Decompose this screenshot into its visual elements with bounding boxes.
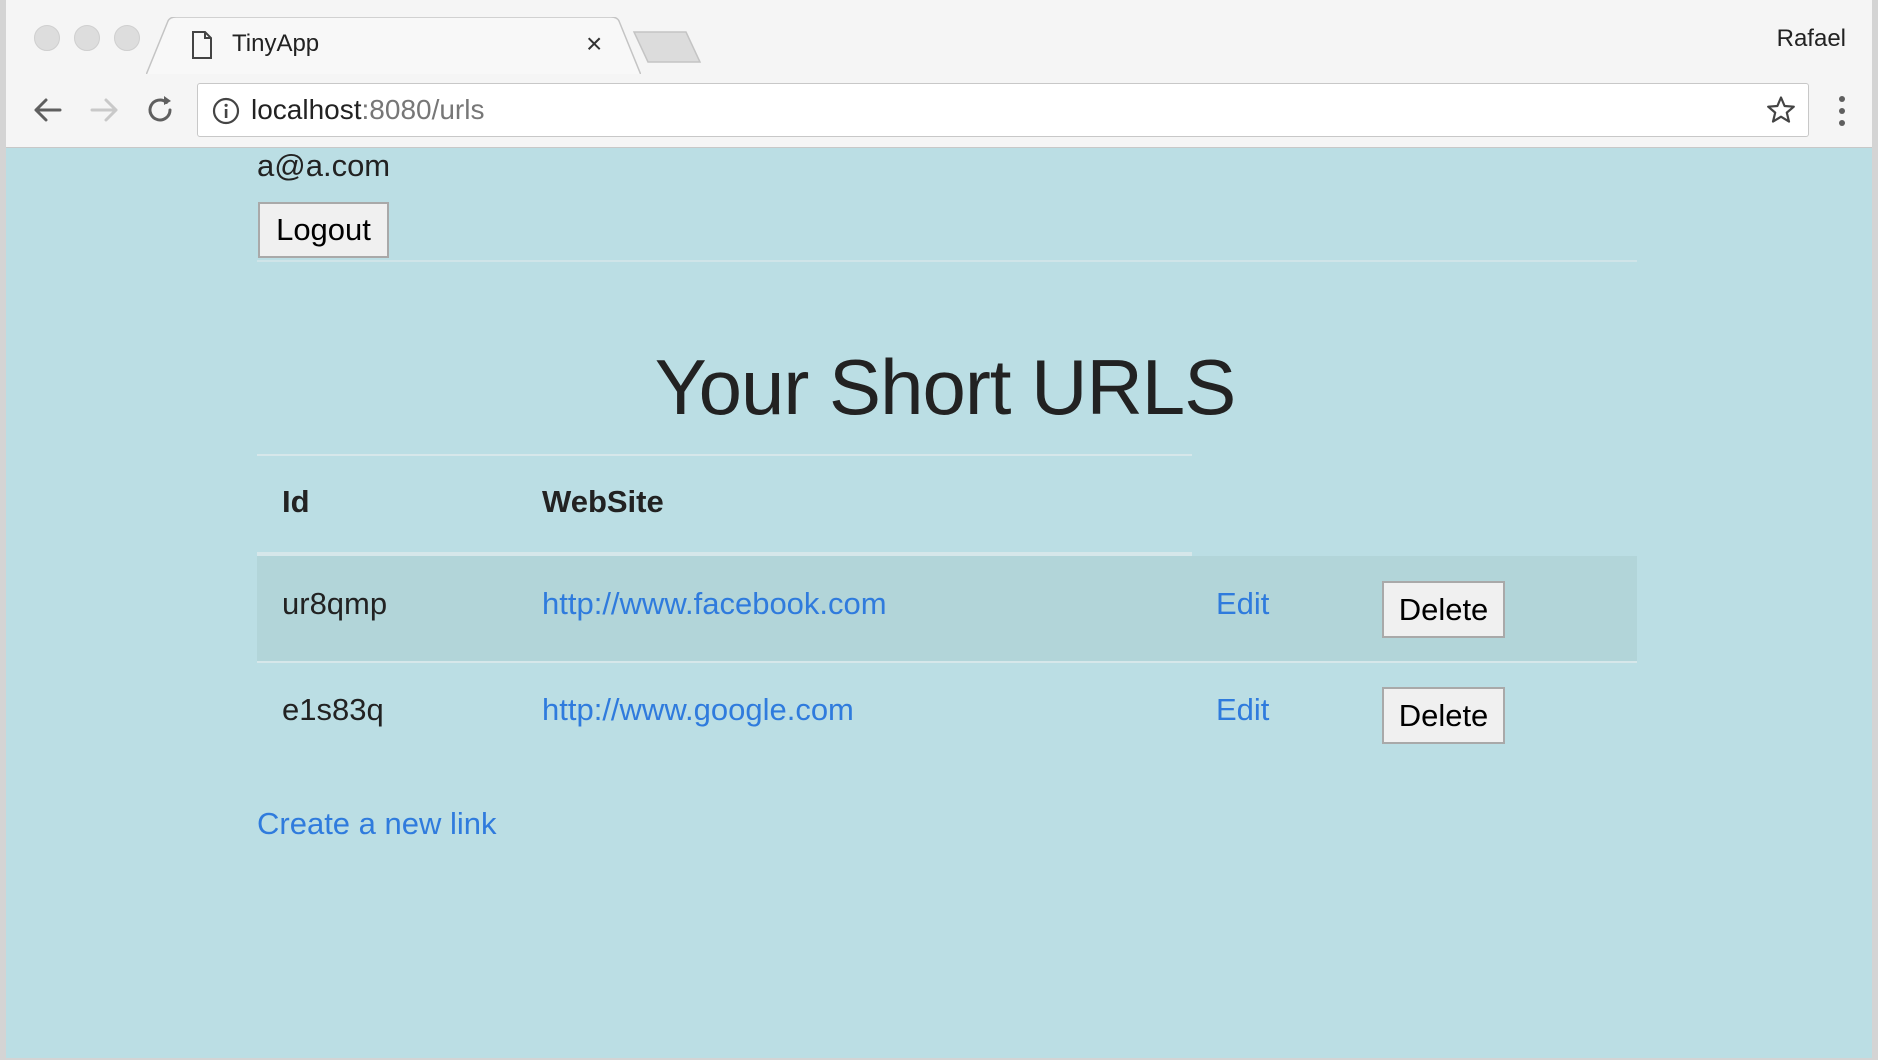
menu-icon[interactable] (1838, 94, 1846, 128)
info-icon[interactable] (212, 97, 240, 125)
row-website-link[interactable]: http://www.facebook.com (542, 586, 887, 622)
back-icon[interactable] (30, 92, 66, 128)
tab-strip: TinyApp × Rafael (6, 0, 1872, 75)
header-divider (257, 260, 1637, 262)
page-content: a@a.com Logout Your Short URLS Id WebSit… (6, 148, 1872, 1058)
url-path: :8080/urls (361, 94, 485, 125)
user-email: a@a.com (257, 148, 391, 183)
window-minimize-button[interactable] (74, 25, 100, 51)
window-maximize-button[interactable] (114, 25, 140, 51)
url-text[interactable]: localhost:8080/urls (251, 94, 484, 126)
browser-toolbar: localhost:8080/urls (6, 74, 1872, 148)
profile-name[interactable]: Rafael (1777, 25, 1846, 53)
table-row: e1s83q http://www.google.com Edit Delete (257, 662, 1637, 768)
create-new-link[interactable]: Create a new link (257, 806, 497, 842)
url-host: localhost (251, 94, 362, 125)
delete-button[interactable]: Delete (1382, 581, 1505, 638)
close-icon[interactable]: × (586, 30, 602, 58)
browser-window: TinyApp × Rafael localhost:8080/urls a@a… (0, 0, 1878, 1060)
edit-link[interactable]: Edit (1216, 692, 1269, 728)
table-top-border (257, 454, 1192, 456)
row-id: e1s83q (282, 692, 384, 727)
reload-icon[interactable] (142, 92, 178, 128)
tab-title: TinyApp (232, 30, 320, 57)
forward-icon[interactable] (86, 92, 122, 128)
page-title: Your Short URLS (654, 343, 1236, 431)
column-header-website: WebSite (542, 484, 664, 519)
window-close-button[interactable] (34, 25, 60, 51)
page-icon (192, 31, 212, 59)
column-header-id: Id (282, 484, 310, 519)
new-tab-button[interactable] (632, 30, 702, 64)
logout-button[interactable]: Logout (258, 202, 389, 258)
table-row: ur8qmp http://www.facebook.com Edit Dele… (257, 556, 1637, 662)
star-icon[interactable] (1766, 95, 1796, 125)
address-bar[interactable]: localhost:8080/urls (197, 83, 1809, 137)
edit-link[interactable]: Edit (1216, 586, 1269, 622)
tab-active[interactable] (146, 17, 641, 75)
row-id: ur8qmp (282, 586, 388, 621)
row-website-link[interactable]: http://www.google.com (542, 692, 854, 728)
delete-button[interactable]: Delete (1382, 687, 1505, 744)
